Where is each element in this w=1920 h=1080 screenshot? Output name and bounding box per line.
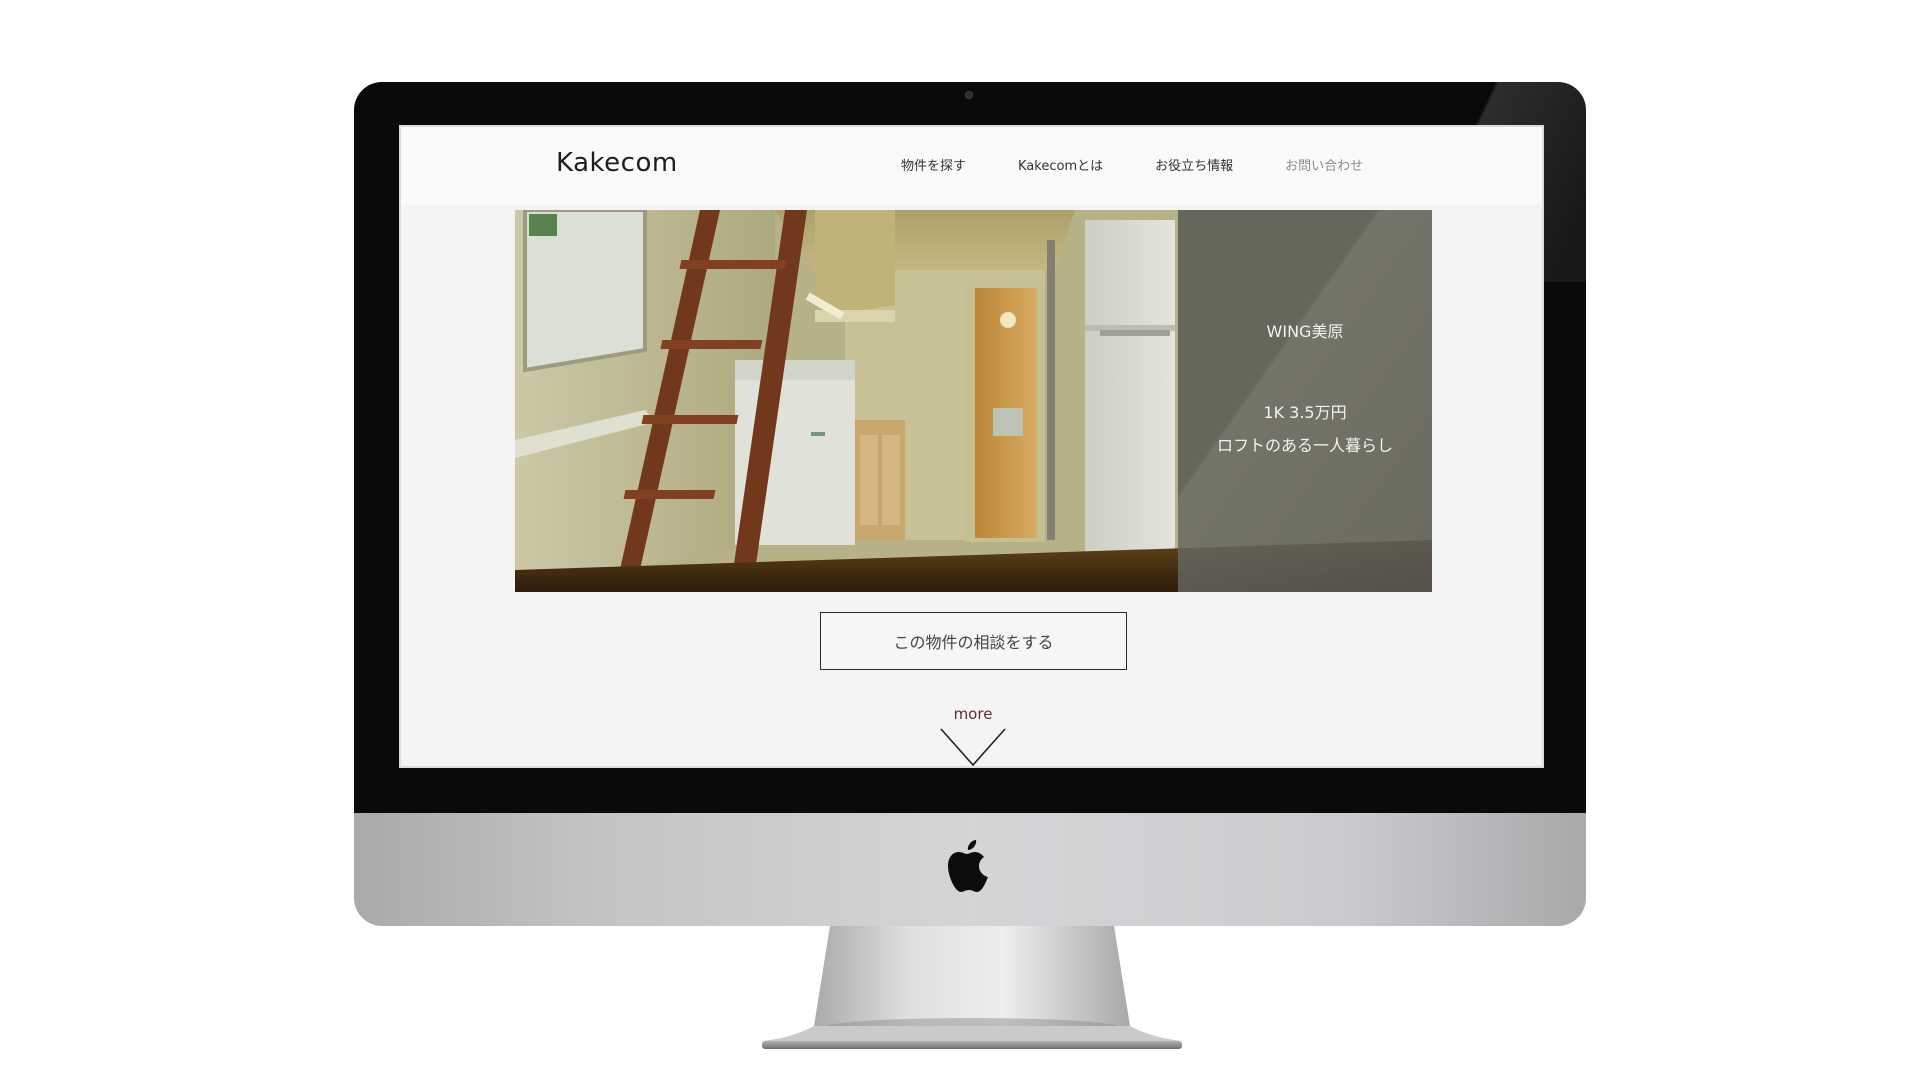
imac-mockup: Kakecom 物件を探す Kakecomとは お役立ち情報 お問い合わせ WI… <box>0 0 1920 1080</box>
hero-slide: WING美原 1K 3.5万円 ロフトのある一人暮らし <box>515 210 1432 592</box>
property-info-text: WING美原 1K 3.5万円 ロフトのある一人暮らし <box>1178 210 1432 592</box>
nav-item-contact[interactable]: お問い合わせ <box>1285 155 1363 179</box>
consult-property-button[interactable]: この物件の相談をする <box>820 612 1127 670</box>
main-nav: 物件を探す Kakecomとは お役立ち情報 お問い合わせ <box>901 155 1415 179</box>
chevron-down-icon <box>940 728 1006 766</box>
property-description: ロフトのある一人暮らし <box>1216 436 1393 455</box>
website-screen: Kakecom 物件を探す Kakecomとは お役立ち情報 お問い合わせ WI… <box>399 125 1544 768</box>
apple-logo-icon <box>948 840 988 892</box>
nav-item-about[interactable]: Kakecomとは <box>1018 155 1103 179</box>
more-link[interactable]: more <box>923 705 1023 766</box>
property-price: 1K 3.5万円 <box>1263 403 1347 422</box>
imac-stand <box>762 926 1182 1049</box>
site-header: Kakecom 物件を探す Kakecomとは お役立ち情報 お問い合わせ <box>401 127 1542 205</box>
nav-item-search-property[interactable]: 物件を探す <box>901 155 966 179</box>
site-logo[interactable]: Kakecom <box>556 148 678 178</box>
more-label: more <box>953 705 993 723</box>
property-name: WING美原 <box>1266 322 1344 341</box>
nav-item-useful-info[interactable]: お役立ち情報 <box>1155 155 1233 179</box>
camera-icon <box>965 91 973 99</box>
